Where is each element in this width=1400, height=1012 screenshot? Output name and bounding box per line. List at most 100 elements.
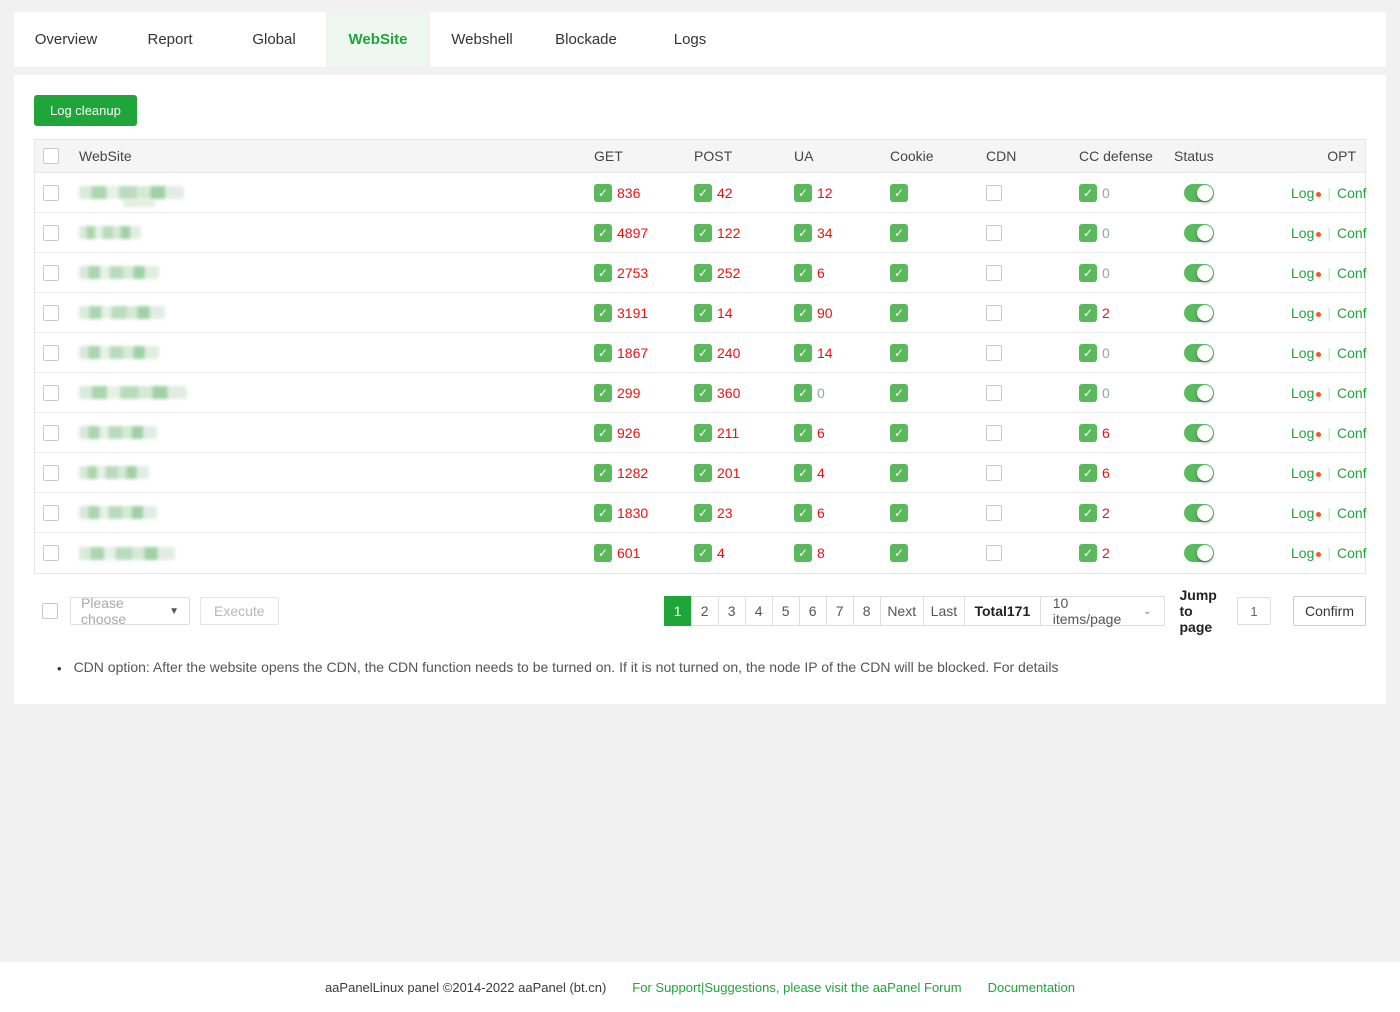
cookie-check-icon[interactable]	[890, 384, 908, 402]
ua-check-icon[interactable]	[794, 424, 812, 442]
status-toggle[interactable]	[1184, 224, 1214, 242]
get-check-icon[interactable]	[594, 304, 612, 322]
items-per-page-select[interactable]: 10 items/page ⌄	[1040, 596, 1165, 626]
get-check-icon[interactable]	[594, 344, 612, 362]
page-button-4[interactable]: 4	[745, 596, 773, 626]
get-count[interactable]: 1867	[617, 345, 648, 361]
status-toggle[interactable]	[1184, 304, 1214, 322]
cc-defense-check-icon[interactable]	[1079, 344, 1097, 362]
conf-link[interactable]: Conf	[1337, 265, 1367, 281]
post-check-icon[interactable]	[694, 384, 712, 402]
get-check-icon[interactable]	[594, 384, 612, 402]
conf-link[interactable]: Conf	[1337, 225, 1367, 241]
conf-link[interactable]: Conf	[1337, 505, 1367, 521]
cc-defense-count[interactable]: 0	[1102, 225, 1110, 241]
cookie-check-icon[interactable]	[890, 504, 908, 522]
cc-defense-count[interactable]: 2	[1102, 305, 1110, 321]
cc-defense-check-icon[interactable]	[1079, 464, 1097, 482]
status-toggle[interactable]	[1184, 464, 1214, 482]
post-count[interactable]: 240	[717, 345, 740, 361]
get-count[interactable]: 926	[617, 425, 640, 441]
get-count[interactable]: 299	[617, 385, 640, 401]
bulk-action-select[interactable]: Please choose ▼	[70, 597, 190, 625]
get-count[interactable]: 836	[617, 185, 640, 201]
conf-link[interactable]: Conf	[1337, 385, 1367, 401]
post-count[interactable]: 122	[717, 225, 740, 241]
cc-defense-check-icon[interactable]	[1079, 424, 1097, 442]
log-link[interactable]: Log	[1291, 265, 1314, 281]
cc-defense-check-icon[interactable]	[1079, 504, 1097, 522]
page-button-3[interactable]: 3	[718, 596, 746, 626]
cookie-check-icon[interactable]	[890, 424, 908, 442]
row-checkbox[interactable]	[43, 385, 59, 401]
get-count[interactable]: 4897	[617, 225, 648, 241]
log-link[interactable]: Log	[1291, 425, 1314, 441]
row-checkbox[interactable]	[43, 425, 59, 441]
status-toggle[interactable]	[1184, 344, 1214, 362]
select-all-checkbox[interactable]	[43, 148, 59, 164]
cc-defense-count[interactable]: 2	[1102, 505, 1110, 521]
ua-check-icon[interactable]	[794, 304, 812, 322]
post-count[interactable]: 360	[717, 385, 740, 401]
cc-defense-check-icon[interactable]	[1079, 184, 1097, 202]
get-count[interactable]: 1282	[617, 465, 648, 481]
website-name-redacted[interactable]	[79, 226, 141, 239]
ua-count[interactable]: 0	[817, 385, 825, 401]
cc-defense-count[interactable]: 6	[1102, 465, 1110, 481]
get-check-icon[interactable]	[594, 544, 612, 562]
website-name-redacted[interactable]	[79, 186, 184, 199]
page-button-1[interactable]: 1	[664, 596, 692, 626]
post-count[interactable]: 14	[717, 305, 733, 321]
cookie-check-icon[interactable]	[890, 264, 908, 282]
ua-check-icon[interactable]	[794, 184, 812, 202]
documentation-link[interactable]: Documentation	[988, 980, 1075, 995]
get-check-icon[interactable]	[594, 224, 612, 242]
cdn-checkbox[interactable]	[986, 305, 1002, 321]
status-toggle[interactable]	[1184, 184, 1214, 202]
get-count[interactable]: 3191	[617, 305, 648, 321]
log-link[interactable]: Log	[1291, 545, 1314, 561]
page-button-5[interactable]: 5	[772, 596, 800, 626]
website-name-redacted[interactable]	[79, 547, 175, 560]
cc-defense-count[interactable]: 6	[1102, 425, 1110, 441]
row-checkbox[interactable]	[43, 545, 59, 561]
get-check-icon[interactable]	[594, 464, 612, 482]
cc-defense-count[interactable]: 0	[1102, 385, 1110, 401]
post-check-icon[interactable]	[694, 224, 712, 242]
get-check-icon[interactable]	[594, 264, 612, 282]
get-check-icon[interactable]	[594, 504, 612, 522]
post-count[interactable]: 252	[717, 265, 740, 281]
website-name-redacted[interactable]	[79, 426, 157, 439]
log-link[interactable]: Log	[1291, 185, 1314, 201]
forum-link[interactable]: For Support|Suggestions, please visit th…	[632, 980, 961, 995]
get-check-icon[interactable]	[594, 184, 612, 202]
cc-defense-check-icon[interactable]	[1079, 304, 1097, 322]
cdn-checkbox[interactable]	[986, 185, 1002, 201]
tab-blockade[interactable]: Blockade	[534, 12, 638, 67]
log-link[interactable]: Log	[1291, 385, 1314, 401]
ua-count[interactable]: 34	[817, 225, 833, 241]
get-count[interactable]: 601	[617, 545, 640, 561]
ua-count[interactable]: 6	[817, 505, 825, 521]
website-name-redacted[interactable]	[79, 386, 187, 399]
cc-defense-check-icon[interactable]	[1079, 544, 1097, 562]
post-check-icon[interactable]	[694, 504, 712, 522]
cdn-checkbox[interactable]	[986, 425, 1002, 441]
ua-check-icon[interactable]	[794, 384, 812, 402]
tab-logs[interactable]: Logs	[638, 12, 742, 67]
cookie-check-icon[interactable]	[890, 304, 908, 322]
log-link[interactable]: Log	[1291, 465, 1314, 481]
status-toggle[interactable]	[1184, 424, 1214, 442]
tab-report[interactable]: Report	[118, 12, 222, 67]
tab-website[interactable]: WebSite	[326, 12, 430, 67]
cc-defense-count[interactable]: 2	[1102, 545, 1110, 561]
post-count[interactable]: 4	[717, 545, 725, 561]
status-toggle[interactable]	[1184, 504, 1214, 522]
cc-defense-check-icon[interactable]	[1079, 384, 1097, 402]
row-checkbox[interactable]	[43, 265, 59, 281]
tab-global[interactable]: Global	[222, 12, 326, 67]
cookie-check-icon[interactable]	[890, 184, 908, 202]
cookie-check-icon[interactable]	[890, 544, 908, 562]
ua-count[interactable]: 14	[817, 345, 833, 361]
cc-defense-count[interactable]: 0	[1102, 345, 1110, 361]
